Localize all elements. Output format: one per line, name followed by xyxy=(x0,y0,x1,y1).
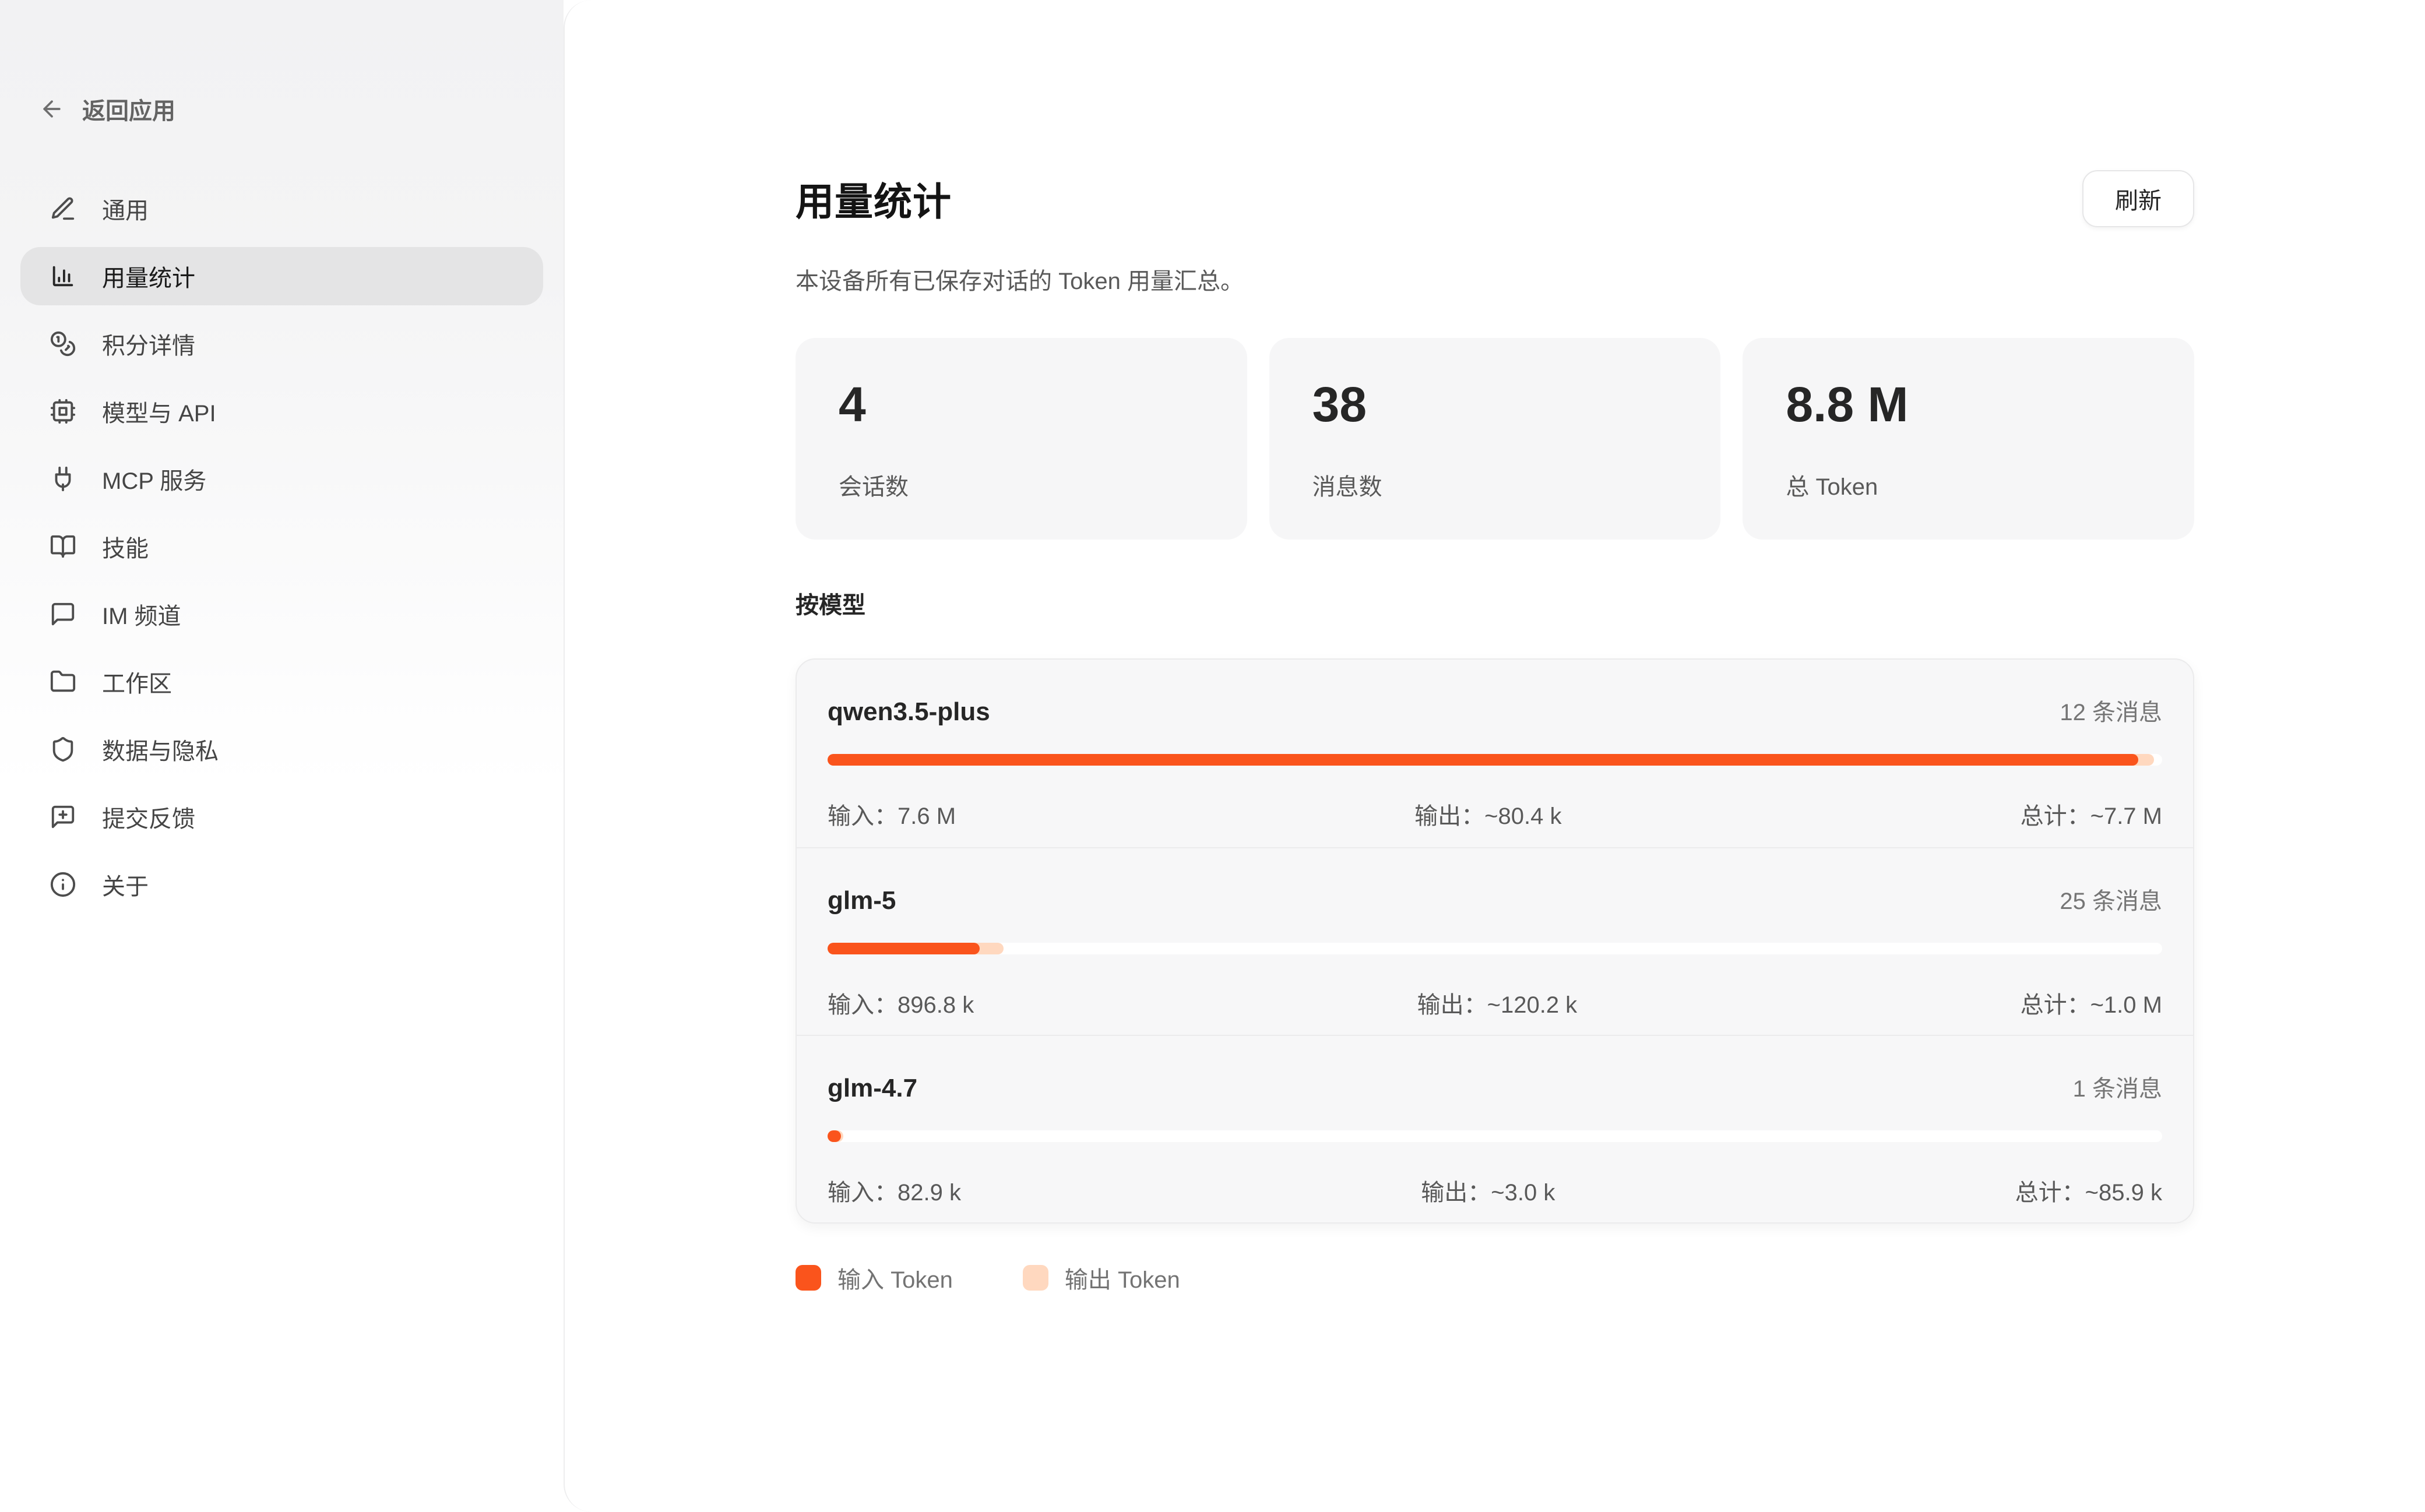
model-output-tokens: 输出：~80.4 k xyxy=(1414,797,1561,831)
page-title: 用量统计 xyxy=(796,171,952,227)
model-message-count: 12 条消息 xyxy=(2060,693,2162,727)
book-open-icon xyxy=(50,533,76,560)
input-token-segment xyxy=(828,1130,841,1142)
sidebar-item-general[interactable]: 通用 xyxy=(20,179,543,238)
sidebar-item-label: MCP 服务 xyxy=(102,462,206,496)
sessions-label: 会话数 xyxy=(839,468,1204,502)
sidebar-item-label: 通用 xyxy=(102,192,149,225)
cpu-icon xyxy=(50,398,76,425)
model-message-count: 25 条消息 xyxy=(2060,882,2162,916)
sidebar-item-label: 技能 xyxy=(102,530,149,563)
messages-count: 38 xyxy=(1312,376,1678,433)
model-row: qwen3.5-plus 12 条消息 输入：7.6 M 输出：~80.4 k … xyxy=(797,660,2193,847)
sessions-count: 4 xyxy=(839,376,1204,433)
message-square-plus-icon xyxy=(50,803,76,830)
sidebar-item-usage-stats[interactable]: 用量统计 xyxy=(20,247,543,305)
coins-icon xyxy=(50,330,76,357)
token-legend: 输入 Token 输出 Token xyxy=(796,1261,2194,1295)
sidebar-item-label: 提交反馈 xyxy=(102,800,195,834)
model-input-tokens: 输入：896.8 k xyxy=(828,986,974,1020)
bar-chart-icon xyxy=(50,263,76,290)
sidebar-item-mcp[interactable]: MCP 服务 xyxy=(20,450,543,508)
back-to-app-button[interactable]: 返回应用 xyxy=(39,92,543,126)
legend-item-input: 输入 Token xyxy=(796,1261,953,1295)
model-name: glm-4.7 xyxy=(828,1074,917,1103)
sidebar-item-feedback[interactable]: 提交反馈 xyxy=(20,788,543,846)
model-total-tokens: 总计：~85.9 k xyxy=(2015,1173,2162,1207)
app-window: 返回应用 通用 用量统计 积分详情 xyxy=(0,0,2425,1512)
messages-label: 消息数 xyxy=(1312,468,1678,502)
refresh-button[interactable]: 刷新 xyxy=(2082,170,2194,227)
info-icon xyxy=(50,871,76,898)
back-label: 返回应用 xyxy=(82,92,175,126)
sidebar-item-label: IM 频道 xyxy=(102,597,181,631)
input-token-swatch xyxy=(796,1265,821,1291)
model-name: qwen3.5-plus xyxy=(828,697,990,727)
sidebar-item-label: 积分详情 xyxy=(102,327,195,361)
sidebar-item-label: 数据与隐私 xyxy=(102,732,219,766)
sidebar-item-models-api[interactable]: 模型与 API xyxy=(20,382,543,440)
sidebar-item-credits[interactable]: 积分详情 xyxy=(20,315,543,373)
model-message-count: 1 条消息 xyxy=(2073,1070,2162,1104)
settings-sidebar: 返回应用 通用 用量统计 积分详情 xyxy=(0,0,564,1512)
token-usage-bar xyxy=(828,754,2162,766)
stat-card-total-tokens: 8.8 M 总 Token xyxy=(1743,338,2194,540)
sidebar-item-label: 工作区 xyxy=(102,665,172,699)
pencil-icon xyxy=(50,195,76,222)
output-token-swatch xyxy=(1023,1265,1048,1291)
arrow-left-icon xyxy=(39,96,65,122)
legend-item-output: 输出 Token xyxy=(1023,1261,1180,1295)
legend-label: 输出 Token xyxy=(1065,1261,1180,1295)
model-row: glm-4.7 1 条消息 输入：82.9 k 输出：~3.0 k 总计：~85… xyxy=(797,1035,2193,1222)
folder-icon xyxy=(50,668,76,695)
sidebar-nav: 通用 用量统计 积分详情 模型与 API xyxy=(20,179,543,923)
page-subtitle: 本设备所有已保存对话的 Token 用量汇总。 xyxy=(796,262,2194,296)
plug-icon xyxy=(50,466,76,492)
by-model-section-title: 按模型 xyxy=(796,586,2194,620)
model-name: glm-5 xyxy=(828,886,896,915)
input-token-segment xyxy=(828,943,980,954)
sidebar-item-about[interactable]: 关于 xyxy=(20,855,543,914)
sidebar-item-im-channels[interactable]: IM 频道 xyxy=(20,585,543,643)
sidebar-item-label: 用量统计 xyxy=(102,259,195,293)
input-token-segment xyxy=(828,754,2138,766)
legend-label: 输入 Token xyxy=(837,1261,953,1295)
token-usage-bar xyxy=(828,1130,2162,1142)
sidebar-item-label: 模型与 API xyxy=(102,394,216,428)
summary-cards: 4 会话数 38 消息数 8.8 M 总 Token xyxy=(796,338,2194,540)
sidebar-item-data-privacy[interactable]: 数据与隐私 xyxy=(20,720,543,778)
message-square-icon xyxy=(50,601,76,628)
stat-card-messages: 38 消息数 xyxy=(1269,338,1721,540)
total-tokens-count: 8.8 M xyxy=(1786,376,2151,433)
sidebar-item-skills[interactable]: 技能 xyxy=(20,517,543,576)
sidebar-item-workspace[interactable]: 工作区 xyxy=(20,653,543,711)
shield-icon xyxy=(50,736,76,763)
model-input-tokens: 输入：7.6 M xyxy=(828,797,956,831)
total-tokens-label: 总 Token xyxy=(1786,468,2151,502)
model-input-tokens: 输入：82.9 k xyxy=(828,1173,961,1207)
model-row: glm-5 25 条消息 输入：896.8 k 输出：~120.2 k 总计：~… xyxy=(797,847,2193,1035)
model-output-tokens: 输出：~120.2 k xyxy=(1417,986,1578,1020)
settings-panel: 用量统计 刷新 本设备所有已保存对话的 Token 用量汇总。 4 会话数 38… xyxy=(564,0,2425,1512)
token-usage-bar xyxy=(828,943,2162,954)
model-total-tokens: 总计：~1.0 M xyxy=(2021,986,2162,1020)
model-usage-list: qwen3.5-plus 12 条消息 输入：7.6 M 输出：~80.4 k … xyxy=(796,658,2194,1224)
sidebar-item-label: 关于 xyxy=(102,868,149,901)
model-total-tokens: 总计：~7.7 M xyxy=(2021,797,2162,831)
stat-card-sessions: 4 会话数 xyxy=(796,338,1247,540)
model-output-tokens: 输出：~3.0 k xyxy=(1421,1173,1555,1207)
